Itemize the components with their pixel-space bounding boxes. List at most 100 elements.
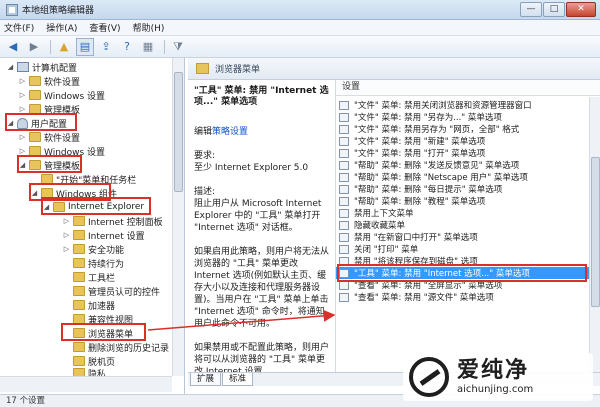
tab-standard[interactable]: 标准	[222, 373, 254, 386]
tree-item-user-config[interactable]: ◢ 用户配置	[6, 116, 67, 130]
tree-item-label: 兼容性视图	[88, 315, 134, 326]
tree-item-browser-menus[interactable]: 浏览器菜单	[62, 326, 133, 340]
setting-row[interactable]: "文件" 菜单: 禁用关闭浏览器和资源管理器窗口	[336, 99, 600, 111]
properties-icon[interactable]: ▦	[139, 38, 157, 56]
setting-row[interactable]: 禁用上下文菜单	[336, 207, 600, 219]
setting-row[interactable]: 禁用 "在新窗口中打开" 菜单选项	[336, 231, 600, 243]
folder-icon	[73, 314, 85, 324]
expand-icon[interactable]: ▷	[62, 217, 71, 225]
tree-item-internet-explorer[interactable]: ◢ Internet Explorer	[42, 200, 144, 214]
filter-icon[interactable]: ⧩	[169, 38, 187, 56]
setting-row[interactable]: "文件" 菜单: 禁用另存为 "网页，全部" 格式	[336, 123, 600, 135]
folder-icon	[73, 216, 85, 226]
description-text: 阻止用户从 Microsoft Internet Explorer 中的 "工具…	[194, 199, 322, 233]
requirements-text: 至少 Internet Explorer 5.0	[194, 163, 309, 173]
tree-item-persistence-behavior[interactable]: 持续行为	[62, 256, 124, 270]
folder-icon	[73, 300, 85, 310]
tree-scroll-thumb[interactable]	[174, 72, 183, 192]
expand-icon[interactable]: ◢	[30, 189, 39, 197]
setting-row[interactable]: "查看" 菜单: 禁用 "源文件" 菜单选项	[336, 291, 600, 303]
setting-row[interactable]: "文件" 菜单: 禁用 "新建" 菜单选项	[336, 135, 600, 147]
minimize-button[interactable]: —	[520, 2, 542, 17]
tree-item-software-settings[interactable]: ▷ 软件设置	[18, 74, 80, 88]
setting-row[interactable]: "帮助" 菜单: 删除 "Netscape 用户" 菜单选项	[336, 171, 600, 183]
tree-item-label: Internet Explorer	[68, 202, 145, 212]
setting-row[interactable]: "文件" 菜单: 禁用 "打开" 菜单选项	[336, 147, 600, 159]
tree-item-admin-approved-controls[interactable]: 管理员认可的控件	[62, 284, 160, 298]
setting-row[interactable]: "文件" 菜单: 禁用 "另存为..." 菜单选项	[336, 111, 600, 123]
expand-icon[interactable]: ◢	[42, 203, 51, 211]
menu-action[interactable]: 操作(A)	[46, 21, 77, 34]
title-bar: 本地组策略编辑器 — □ ✕	[0, 0, 600, 20]
setting-row[interactable]: "查看" 菜单: 禁用 "全屏显示" 菜单选项	[336, 279, 600, 291]
close-button[interactable]: ✕	[566, 2, 596, 17]
menu-view[interactable]: 查看(V)	[89, 21, 120, 34]
edit-policy-link[interactable]: 策略设置	[212, 127, 248, 137]
expand-icon[interactable]: ▷	[18, 147, 27, 155]
tree-item-label: 管理模板	[44, 161, 81, 172]
expand-icon[interactable]: ▷	[62, 231, 71, 239]
expand-icon[interactable]: ▷	[18, 133, 27, 141]
tree-item-windows-settings[interactable]: ▷ Windows 设置	[18, 88, 105, 102]
folder-icon	[53, 202, 65, 212]
setting-row[interactable]: "帮助" 菜单: 删除 "教程" 菜单选项	[336, 195, 600, 207]
setting-row[interactable]: 关闭 "打印" 菜单	[336, 243, 600, 255]
expand-icon[interactable]: ◢	[18, 161, 27, 169]
folder-icon	[73, 342, 85, 352]
tree-item-security-features[interactable]: ▷ 安全功能	[62, 242, 124, 256]
watermark-url: aichunjing.com	[457, 384, 534, 395]
setting-label: "帮助" 菜单: 删除 "每日提示" 菜单选项	[354, 185, 503, 195]
folder-icon	[41, 188, 53, 198]
setting-row[interactable]: 禁用 "将该程序保存到磁盘" 选项	[336, 255, 600, 267]
export-list-icon[interactable]: ⇪	[97, 38, 115, 56]
tree-item-toolbars[interactable]: 工具栏	[62, 270, 115, 284]
watermark-logo-icon	[409, 357, 449, 397]
forward-arrow-icon[interactable]: ▶	[25, 38, 43, 56]
tree-item-user-software-settings[interactable]: ▷ 软件设置	[18, 130, 80, 144]
expand-icon[interactable]: ◢	[6, 119, 15, 127]
tree-item-windows-components[interactable]: ◢ Windows 组件	[30, 186, 117, 200]
maximize-button[interactable]: □	[543, 2, 565, 17]
back-arrow-icon[interactable]: ◀	[4, 38, 22, 56]
setting-row[interactable]: "帮助" 菜单: 删除 "发送反馈意见" 菜单选项	[336, 159, 600, 171]
expand-icon[interactable]: ◢	[6, 63, 15, 71]
menu-file[interactable]: 文件(F)	[4, 21, 34, 34]
settings-scroll-thumb[interactable]	[591, 157, 600, 307]
setting-icon	[339, 160, 349, 170]
window-controls: — □ ✕	[519, 2, 596, 17]
tree-item-user-admin-templates[interactable]: ◢ 管理模板	[18, 158, 80, 172]
tree-item-label: Windows 组件	[56, 189, 118, 200]
setting-row[interactable]: "帮助" 菜单: 删除 "每日提示" 菜单选项	[336, 183, 600, 195]
tree-horizontal-scrollbar[interactable]	[0, 376, 172, 392]
expand-icon[interactable]: ▷	[18, 105, 27, 113]
tree-item-label: 持续行为	[88, 259, 125, 270]
tab-extended[interactable]: 扩展	[190, 373, 222, 386]
expand-icon[interactable]: ▷	[18, 91, 27, 99]
disabled-text: 如果禁用或不配置此策略，则用户将可以从浏览器的 "工具" 菜单更改 Intern…	[194, 343, 330, 372]
tree-item-compatibility-view[interactable]: 兼容性视图	[62, 312, 133, 326]
help-icon[interactable]: ?	[118, 38, 136, 56]
show-hide-tree-icon[interactable]: ▤	[76, 37, 94, 56]
menu-bar: 文件(F) 操作(A) 查看(V) 帮助(H)	[0, 20, 600, 36]
settings-column-header[interactable]: 设置	[336, 80, 600, 96]
tree-vertical-scrollbar[interactable]	[172, 58, 184, 376]
folder-icon	[29, 146, 41, 156]
tree-item-accelerators[interactable]: 加速器	[62, 298, 115, 312]
tree-item-delete-browsing-history[interactable]: 删除浏览的历史记录	[62, 340, 169, 354]
setting-row-selected[interactable]: "工具" 菜单: 禁用 "Internet 选项..." 菜单选项	[336, 267, 589, 279]
setting-label: "工具" 菜单: 禁用 "Internet 选项..." 菜单选项	[354, 269, 530, 279]
tree-item-start-menu-taskbar[interactable]: "开始"菜单和任务栏	[30, 172, 136, 186]
settings-vertical-scrollbar[interactable]	[589, 97, 600, 372]
expand-icon[interactable]: ▷	[62, 245, 71, 253]
tree-item-admin-templates[interactable]: ▷ 管理模板	[18, 102, 80, 116]
up-folder-icon[interactable]: ▲	[55, 38, 73, 56]
setting-row[interactable]: 隐藏收藏菜单	[336, 219, 600, 231]
tree-item-internet-control-panel[interactable]: ▷ Internet 控制面板	[62, 214, 163, 228]
expand-icon[interactable]: ▷	[18, 77, 27, 85]
tree-item-label: Windows 设置	[44, 91, 106, 102]
menu-help[interactable]: 帮助(H)	[133, 21, 165, 34]
watermark: 爱纯净 aichunjing.com	[403, 353, 593, 401]
tree-item-computer-config[interactable]: ◢ 计算机配置	[6, 60, 77, 74]
tree-item-user-windows-settings[interactable]: ▷ Windows 设置	[18, 144, 105, 158]
tree-item-internet-settings[interactable]: ▷ Internet 设置	[62, 228, 145, 242]
